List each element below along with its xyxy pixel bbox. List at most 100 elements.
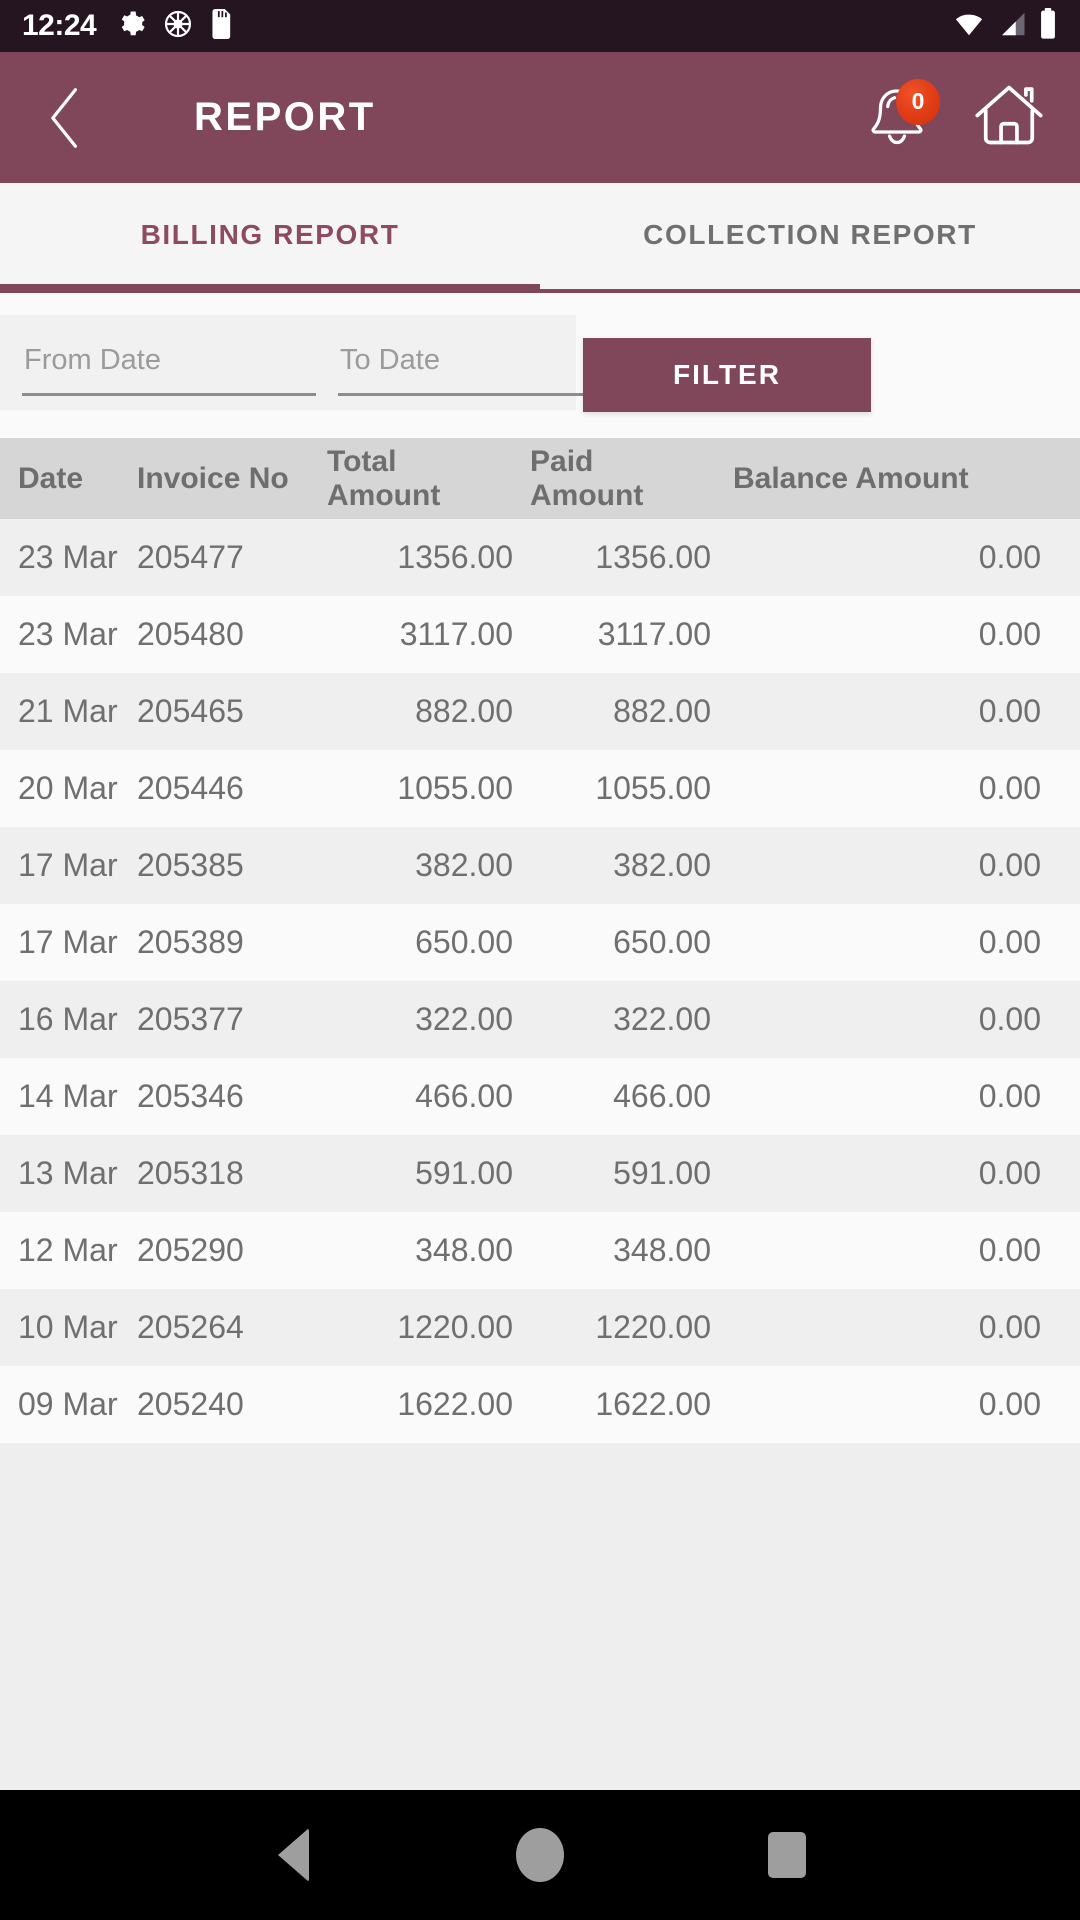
cell-balance-amount: 0.00	[978, 616, 1041, 652]
table-body: 23 Mar 205477 1356.00 1356.00 0.00 23 Mar 2054…	[0, 519, 1080, 1443]
nav-recents-button[interactable]	[742, 1810, 832, 1900]
notifications-button[interactable]: 0	[864, 78, 940, 153]
table-row[interactable]: 16 Mar 205377 322.00 322.00 0.00	[0, 981, 1080, 1058]
table-bottom-spacer	[0, 1443, 1080, 1479]
table-row[interactable]: 23 Mar 205477 1356.00 1356.00 0.00	[0, 519, 1080, 596]
cell-date: 17 Mar	[18, 847, 118, 883]
cell-invoice-no: 205385	[137, 847, 244, 883]
ship-wheel-icon	[162, 8, 194, 45]
cell-total-amount: 591.00	[415, 1155, 513, 1191]
table-row[interactable]: 20 Mar 205446 1055.00 1055.00 0.00	[0, 750, 1080, 827]
cell-paid-amount: 1356.00	[595, 539, 711, 575]
cell-invoice-no: 205480	[137, 616, 244, 652]
cell-balance-amount: 0.00	[978, 924, 1041, 960]
cell-total-amount: 1220.00	[397, 1309, 513, 1345]
cell-balance-amount: 0.00	[978, 693, 1041, 729]
cell-balance-amount: 0.00	[978, 1155, 1041, 1191]
tab-active-indicator	[0, 284, 540, 293]
cell-paid-amount: 348.00	[613, 1232, 711, 1268]
app-bar: REPORT 0	[0, 52, 1080, 183]
cell-date: 13 Mar	[18, 1155, 118, 1191]
cell-total-amount: 466.00	[415, 1078, 513, 1114]
cell-date: 12 Mar	[18, 1232, 118, 1268]
cell-total-amount: 382.00	[415, 847, 513, 883]
nav-back-triangle-icon	[277, 1828, 309, 1882]
sd-card-icon	[210, 8, 234, 44]
status-bar: 12:24	[0, 0, 1080, 52]
table-row[interactable]: 13 Mar 205318 591.00 591.00 0.00	[0, 1135, 1080, 1212]
android-navigation-bar	[0, 1790, 1080, 1920]
cell-paid-amount: 1220.00	[595, 1309, 711, 1345]
cell-balance-amount: 0.00	[978, 1386, 1041, 1422]
cell-balance-amount: 0.00	[978, 1078, 1041, 1114]
table-row[interactable]: 10 Mar 205264 1220.00 1220.00 0.00	[0, 1289, 1080, 1366]
cell-invoice-no: 205290	[137, 1232, 244, 1268]
battery-icon	[1038, 7, 1058, 45]
cell-total-amount: 348.00	[415, 1232, 513, 1268]
table-row[interactable]: 21 Mar 205465 882.00 882.00 0.00	[0, 673, 1080, 750]
cell-balance-amount: 0.00	[978, 539, 1041, 575]
nav-home-circle-icon	[515, 1828, 564, 1882]
tab-billing-report[interactable]: BILLING REPORT	[0, 183, 540, 293]
wifi-icon	[952, 9, 986, 44]
cell-total-amount: 882.00	[415, 693, 513, 729]
table-row[interactable]: 12 Mar 205290 348.00 348.00 0.00	[0, 1212, 1080, 1289]
cell-balance-amount: 0.00	[978, 1309, 1041, 1345]
cell-paid-amount: 650.00	[613, 924, 711, 960]
status-bar-left-icons	[116, 8, 234, 45]
cell-total-amount: 1356.00	[397, 539, 513, 575]
page-title: REPORT	[194, 95, 376, 139]
from-date-input[interactable]	[22, 344, 318, 381]
cell-invoice-no: 205240	[137, 1386, 244, 1422]
cell-paid-amount: 591.00	[613, 1155, 711, 1191]
cell-invoice-no: 205465	[137, 693, 244, 729]
table-row[interactable]: 14 Mar 205346 466.00 466.00 0.00	[0, 1058, 1080, 1135]
notification-badge: 0	[896, 78, 940, 125]
cell-paid-amount: 3117.00	[597, 616, 711, 652]
date-range-card	[0, 315, 628, 410]
cell-date: 23 Mar	[18, 616, 118, 652]
filter-bar: FILTER	[0, 293, 1080, 438]
cell-paid-amount: 382.00	[613, 847, 711, 883]
table-header-row: Date Invoice No Total Amount Paid Amount…	[0, 438, 1080, 519]
billing-report-table: Date Invoice No Total Amount Paid Amount…	[0, 438, 1080, 1790]
back-button[interactable]	[34, 86, 98, 150]
cell-invoice-no: 205318	[137, 1155, 244, 1191]
chevron-left-icon	[51, 87, 78, 148]
app-bar-actions: 0	[864, 78, 1046, 155]
home-button[interactable]	[972, 80, 1046, 155]
filter-button[interactable]: FILTER	[583, 338, 871, 412]
cell-invoice-no: 205346	[137, 1078, 244, 1114]
cell-invoice-no: 205377	[137, 1001, 244, 1037]
status-time: 12:24	[22, 9, 97, 42]
table-row[interactable]: 17 Mar 205389 650.00 650.00 0.00	[0, 904, 1080, 981]
cellular-signal-icon	[996, 9, 1028, 44]
column-header-paid-amount: Paid Amount	[530, 444, 644, 512]
table-row[interactable]: 09 Mar 205240 1622.00 1622.00 0.00	[0, 1366, 1080, 1443]
column-header-total-amount: Total Amount	[327, 444, 441, 512]
tab-collection-report[interactable]: COLLECTION REPORT	[540, 183, 1080, 293]
cell-paid-amount: 466.00	[613, 1078, 711, 1114]
nav-home-button[interactable]	[495, 1810, 585, 1900]
cell-invoice-no: 205446	[137, 770, 244, 806]
nav-recents-square-icon	[767, 1832, 806, 1878]
cell-paid-amount: 1622.00	[595, 1386, 711, 1422]
table-row[interactable]: 23 Mar 205480 3117.00 3117.00 0.00	[0, 596, 1080, 673]
cell-balance-amount: 0.00	[978, 1001, 1041, 1037]
nav-back-button[interactable]	[248, 1810, 338, 1900]
from-date-underline	[22, 393, 316, 396]
phone-screen: 12:24 REPORT 0 BILLING REPORT COLLECTION…	[0, 0, 1080, 1920]
cell-date: 09 Mar	[18, 1386, 118, 1422]
cell-date: 14 Mar	[18, 1078, 118, 1114]
from-date-field[interactable]	[22, 315, 318, 410]
cell-invoice-no: 205477	[137, 539, 244, 575]
cell-balance-amount: 0.00	[978, 1232, 1041, 1268]
cell-total-amount: 1055.00	[397, 770, 513, 806]
cell-date: 17 Mar	[18, 924, 118, 960]
column-header-balance-amount: Balance Amount	[733, 461, 969, 495]
cell-total-amount: 322.00	[415, 1001, 513, 1037]
to-date-underline	[338, 393, 624, 396]
report-tabs: BILLING REPORT COLLECTION REPORT	[0, 183, 1080, 293]
cell-date: 23 Mar	[18, 539, 118, 575]
table-row[interactable]: 17 Mar 205385 382.00 382.00 0.00	[0, 827, 1080, 904]
